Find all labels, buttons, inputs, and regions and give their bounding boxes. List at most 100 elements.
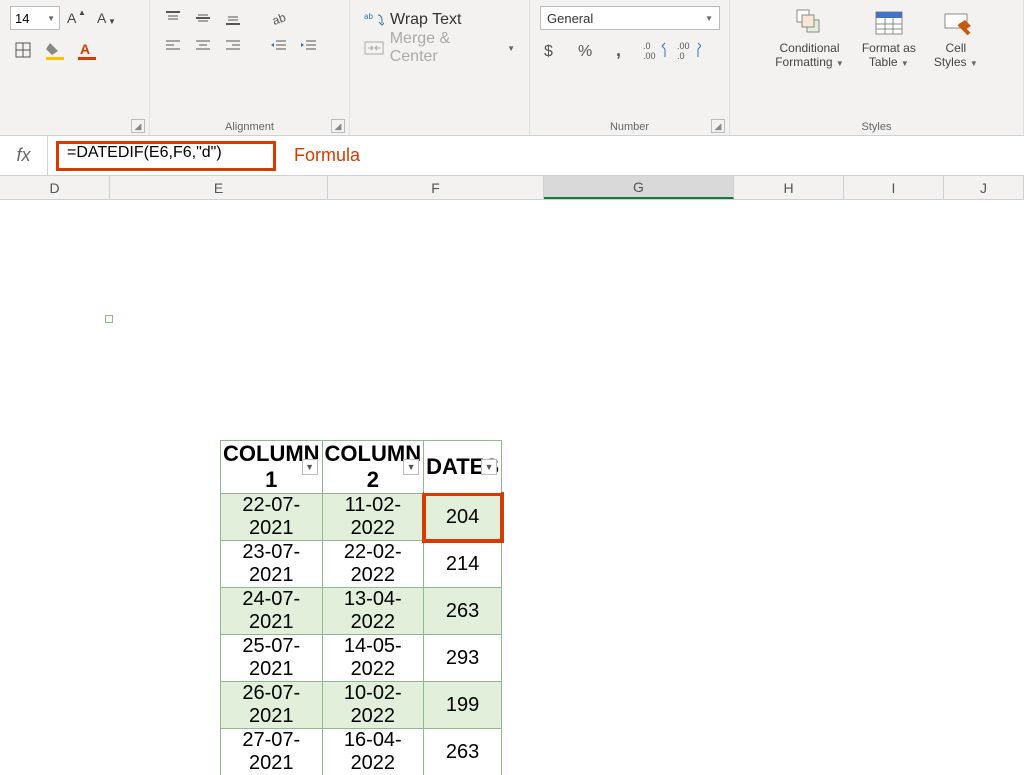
decrease-indent-icon[interactable] [266, 34, 292, 58]
col-header-f[interactable]: F [328, 176, 544, 199]
align-top-icon[interactable] [160, 6, 186, 30]
svg-text:.0: .0 [643, 41, 651, 51]
worksheet-grid[interactable]: COLUMN 1▼ COLUMN 2▼ DATES▼ 22-07-202111-… [0, 200, 1024, 775]
table-cell[interactable]: 22-07-2021 [221, 494, 323, 541]
increase-indent-icon[interactable] [296, 34, 322, 58]
table-row: 22-07-202111-02-2022204 [221, 494, 502, 541]
table-cell[interactable]: 263 [424, 588, 502, 635]
chevron-down-icon: ▼ [901, 59, 909, 68]
col-header-g[interactable]: G [544, 176, 734, 199]
conditional-formatting-icon [793, 6, 827, 40]
alignment-group: ab Alignment ◢ [150, 0, 350, 135]
align-center-icon[interactable] [190, 34, 216, 58]
fill-color-icon[interactable] [42, 38, 68, 62]
filter-icon[interactable]: ▼ [302, 459, 318, 475]
chevron-down-icon: ▼ [507, 44, 515, 53]
chevron-down-icon: ▼ [970, 59, 978, 68]
svg-text:A: A [97, 10, 107, 26]
table-cell[interactable]: 26-07-2021 [221, 682, 323, 729]
number-format-select[interactable]: General ▼ [540, 6, 720, 30]
orientation-icon[interactable]: ab [266, 6, 292, 30]
cell-styles-label: Cell Styles [934, 41, 967, 69]
table-cell[interactable]: 14-05-2022 [322, 635, 424, 682]
svg-text:.00: .00 [677, 41, 690, 51]
align-left-icon[interactable] [160, 34, 186, 58]
svg-text:ab: ab [270, 10, 288, 27]
table-header-col1[interactable]: COLUMN 1▼ [221, 441, 323, 494]
font-color-icon[interactable]: A [74, 38, 100, 62]
chevron-down-icon: ▼ [836, 59, 844, 68]
accounting-format-icon[interactable]: $ [540, 38, 566, 62]
styles-group-label: Styles [730, 121, 1023, 133]
table-cell[interactable]: 25-07-2021 [221, 635, 323, 682]
fx-icon[interactable]: fx [0, 136, 48, 175]
col-header-h[interactable]: H [734, 176, 844, 199]
comma-format-icon[interactable]: , [608, 38, 634, 62]
font-size-value: 14 [15, 11, 29, 26]
number-group-label: Number [530, 121, 729, 133]
styles-group: Conditional Formatting ▼ Format as Table… [730, 0, 1024, 135]
align-bottom-icon[interactable] [220, 6, 246, 30]
table-cell[interactable]: 24-07-2021 [221, 588, 323, 635]
svg-text:.0: .0 [677, 51, 685, 60]
wrap-text-label: Wrap Text [390, 11, 461, 29]
align-middle-icon[interactable] [190, 6, 216, 30]
conditional-formatting-button[interactable]: Conditional Formatting ▼ [775, 6, 844, 70]
table-header-dates[interactable]: DATES▼ [424, 441, 502, 494]
cell-styles-button[interactable]: Cell Styles ▼ [934, 6, 978, 70]
table-header-row: COLUMN 1▼ COLUMN 2▼ DATES▼ [221, 441, 502, 494]
svg-text:%: % [578, 43, 592, 60]
svg-text:$: $ [544, 43, 553, 60]
col-header-e[interactable]: E [110, 176, 328, 199]
chevron-down-icon: ▼ [47, 14, 55, 23]
formula-input[interactable]: =DATEDIF(E6,F6,"d") [56, 141, 276, 171]
alignment-group-launcher-icon[interactable]: ◢ [331, 119, 345, 133]
table-row: 25-07-202114-05-2022293 [221, 635, 502, 682]
format-as-table-button[interactable]: Format as Table ▼ [862, 6, 916, 70]
increase-decimal-icon[interactable]: .0.00 [642, 38, 668, 62]
font-group-launcher-icon[interactable]: ◢ [131, 119, 145, 133]
number-group: General ▼ $ % , .0.00 .00.0 Number ◢ [530, 0, 730, 135]
svg-text:.00: .00 [643, 51, 656, 60]
table-cell[interactable]: 23-07-2021 [221, 541, 323, 588]
decrease-decimal-icon[interactable]: .00.0 [676, 38, 702, 62]
merge-center-button[interactable]: Merge & Center ▼ [360, 34, 519, 62]
wrap-merge-group: ab Wrap Text Merge & Center ▼ [350, 0, 530, 135]
table-cell[interactable]: 27-07-2021 [221, 729, 323, 775]
filter-icon[interactable]: ▼ [481, 459, 497, 475]
font-size-select[interactable]: 14 ▼ [10, 6, 60, 30]
filter-icon[interactable]: ▼ [403, 459, 419, 475]
table-cell[interactable]: 10-02-2022 [322, 682, 424, 729]
table-cell[interactable]: 13-04-2022 [322, 588, 424, 635]
table-cell[interactable]: 263 [424, 729, 502, 775]
svg-text:▲: ▲ [78, 9, 86, 17]
table-cell[interactable]: 22-02-2022 [322, 541, 424, 588]
svg-text:A: A [67, 10, 77, 26]
cell-styles-icon [939, 6, 973, 40]
number-group-launcher-icon[interactable]: ◢ [711, 119, 725, 133]
decrease-font-icon[interactable]: A▼ [94, 6, 120, 30]
col-header-i[interactable]: I [844, 176, 944, 199]
table-cell[interactable]: 204 [424, 494, 502, 541]
table-cell[interactable]: 199 [424, 682, 502, 729]
font-group: 14 ▼ A▲ A▼ A ◢ [0, 0, 150, 135]
conditional-formatting-label: Conditional Formatting [775, 41, 839, 69]
table-cell[interactable]: 293 [424, 635, 502, 682]
merge-center-label: Merge & Center [390, 30, 501, 66]
table-cell[interactable]: 11-02-2022 [322, 494, 424, 541]
table-cell[interactable]: 16-04-2022 [322, 729, 424, 775]
column-headers: D E F G H I J [0, 176, 1024, 200]
data-table: COLUMN 1▼ COLUMN 2▼ DATES▼ 22-07-202111-… [220, 440, 502, 775]
border-icon[interactable] [10, 38, 36, 62]
increase-font-icon[interactable]: A▲ [64, 6, 90, 30]
percent-format-icon[interactable]: % [574, 38, 600, 62]
col-header-j[interactable]: J [944, 176, 1024, 199]
col-header-d[interactable]: D [0, 176, 110, 199]
table-row: 23-07-202122-02-2022214 [221, 541, 502, 588]
svg-text:ab: ab [364, 12, 373, 21]
table-header-col2[interactable]: COLUMN 2▼ [322, 441, 424, 494]
align-right-icon[interactable] [220, 34, 246, 58]
table-cell[interactable]: 214 [424, 541, 502, 588]
format-as-table-icon [872, 6, 906, 40]
table-resize-handle-icon[interactable] [105, 315, 113, 323]
